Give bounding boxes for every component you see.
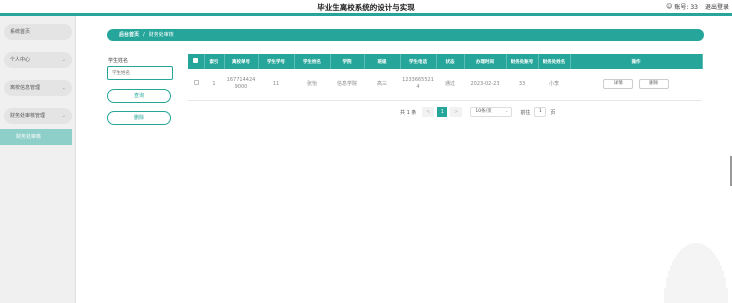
sidebar-item-label: 个人中心 [10, 57, 31, 63]
column-header: 财务处账号 [506, 54, 539, 69]
user-account[interactable]: ☺ 账号: 33 [666, 2, 698, 11]
sidebar: 系统首页 个人中心 ⌄ 离校信息管理 ⌄ 财务处审核管理 ⌄ 财务处审核 [0, 16, 76, 303]
column-header: 状态 [436, 54, 465, 69]
column-header: 索引 [204, 54, 225, 69]
column-header: 学生姓名 [294, 54, 331, 69]
chevron-down-icon: ⌄ [61, 57, 66, 63]
sidebar-item-label: 财务处审核管理 [10, 113, 46, 119]
cell-time: 2023-02-23 [464, 69, 506, 101]
sidebar-subitem-finance-review[interactable]: 财务处审核 [0, 129, 72, 145]
column-header: 学院 [330, 54, 365, 69]
row-select-cell[interactable] [188, 69, 204, 101]
cell-phone: 12336655214 [400, 69, 436, 101]
cell-class: 高三 [364, 69, 400, 101]
column-header: 办理时间 [464, 54, 507, 69]
breadcrumb-separator: / [143, 32, 145, 38]
page-size-select[interactable]: 10条/页 ⌄ [470, 107, 513, 117]
breadcrumb-home[interactable]: 后台首页 [119, 32, 139, 38]
data-table: 索引 离校单号 学生学号 学生姓名 学院 班级 学生电话 状态 办理时间 财务处… [188, 54, 703, 101]
column-header: 财务处姓名 [538, 54, 571, 69]
detail-button[interactable]: 详情 [603, 79, 634, 90]
breadcrumb: 后台首页 / 财务处审核 [107, 29, 704, 41]
prev-page-button[interactable]: < [422, 107, 435, 117]
app-title: 毕业生离校系统的设计与实现 [317, 3, 415, 12]
column-header: 学生电话 [400, 54, 437, 69]
header-stripe [0, 13, 732, 16]
cell-index: 1 [204, 69, 224, 101]
cell-student-name: 张怡 [294, 69, 330, 101]
user-label: 账号: 33 [674, 4, 698, 11]
select-all-checkbox[interactable] [193, 58, 199, 63]
cell-student-no: 11 [258, 69, 294, 101]
query-button[interactable]: 查询 [107, 89, 171, 103]
cell-order-no: 1677144249000 [224, 69, 258, 101]
next-page-button[interactable]: > [450, 107, 463, 117]
breadcrumb-current: 财务处审核 [148, 32, 174, 38]
chevron-down-icon: ⌄ [504, 109, 509, 114]
search-label: 学生姓名 [108, 58, 129, 64]
goto-label: 前往 [520, 109, 531, 116]
chevron-down-icon: ⌄ [61, 85, 66, 91]
batch-delete-button[interactable]: 删除 [107, 111, 171, 125]
cell-status: 通过 [436, 69, 464, 101]
sidebar-item-personal-center[interactable]: 个人中心 ⌄ [4, 52, 72, 68]
row-checkbox[interactable] [193, 80, 199, 86]
sidebar-item-label: 离校信息管理 [10, 85, 41, 91]
row-delete-button[interactable]: 删除 [638, 79, 669, 90]
cell-actions: 详情 删除 [570, 69, 702, 101]
top-header: 毕业生离校系统的设计与实现 ☺ 账号: 33 退出登录 [0, 0, 732, 13]
sidebar-item-finance-review-management[interactable]: 财务处审核管理 ⌄ [4, 108, 72, 124]
column-header: 离校单号 [224, 54, 259, 69]
cell-college: 信息学院 [330, 69, 364, 101]
table-header-row: 索引 离校单号 学生学号 学生姓名 学院 班级 学生电话 状态 办理时间 财务处… [188, 54, 703, 69]
goto-page-input[interactable]: 1 [534, 107, 547, 117]
pagination-total: 共 1 条 [400, 109, 417, 116]
student-name-search-input[interactable] [107, 66, 173, 80]
goto-suffix: 页 [550, 109, 556, 116]
page-size-value: 10条/页 [475, 109, 492, 114]
pagination: 共 1 条 < 1 > 10条/页 ⌄ 前往 1 页 [400, 107, 555, 117]
user-icon: ☺ [666, 3, 673, 10]
cell-finance-name: 小李 [538, 69, 570, 101]
logout-link[interactable]: 退出登录 [705, 2, 729, 11]
column-header: 学生学号 [258, 54, 295, 69]
sidebar-item-departure-management[interactable]: 离校信息管理 ⌄ [4, 80, 72, 96]
decorative-lines-graphic [664, 243, 728, 303]
select-all-header[interactable] [188, 54, 205, 69]
cell-finance-account: 33 [506, 69, 538, 101]
column-header: 班级 [364, 54, 401, 69]
table-row: 1 1677144249000 11 张怡 信息学院 高三 1233665521… [188, 69, 702, 101]
chevron-down-icon: ⌄ [61, 113, 66, 119]
sidebar-item-home[interactable]: 系统首页 [4, 24, 72, 40]
column-header: 操作 [570, 54, 703, 69]
page-number-button[interactable]: 1 [437, 107, 448, 117]
sidebar-item-label: 系统首页 [10, 29, 31, 35]
